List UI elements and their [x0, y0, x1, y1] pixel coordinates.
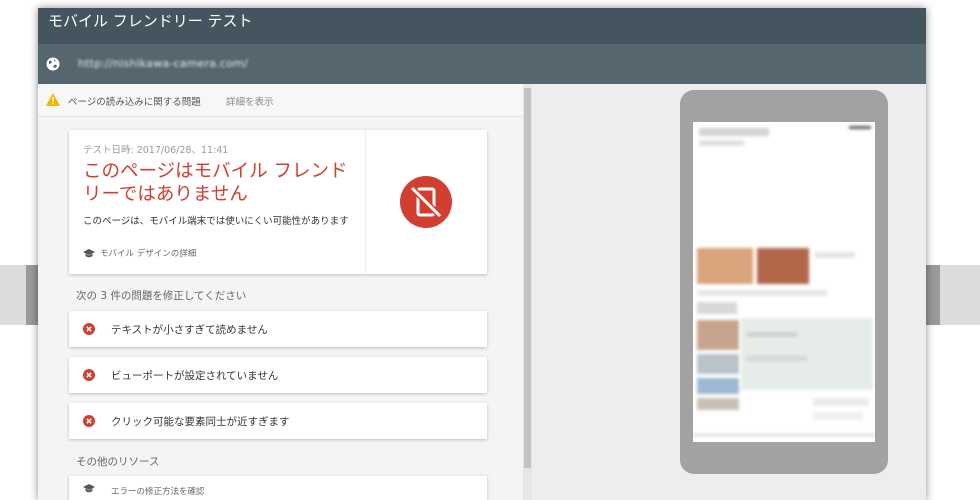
error-icon	[83, 323, 95, 335]
phone-frame	[680, 90, 888, 474]
show-details-link[interactable]: 詳細を表示	[226, 94, 274, 108]
mobile-design-label: モバイル デザインの詳細	[100, 249, 197, 259]
page-screenshot	[693, 122, 875, 442]
scrollbar-thumb[interactable]	[524, 88, 531, 468]
not-mobile-friendly-icon	[400, 176, 452, 228]
results-panel: ページの読み込みに関する問題 詳細を表示 テスト日時: 2017/06/28、1…	[38, 84, 532, 500]
resources-heading: その他のリソース	[76, 456, 160, 468]
result-card: テスト日時: 2017/06/28、11:41 このページはモバイル フレンドリ…	[69, 130, 487, 274]
error-icon	[83, 369, 95, 381]
graduation-cap-icon	[83, 484, 95, 493]
globe-icon	[46, 57, 60, 71]
warning-icon	[46, 93, 60, 106]
problems-heading: 次の 3 件の問題を修正してください	[76, 290, 247, 302]
issue-label: クリック可能な要素同士が近すぎます	[111, 416, 290, 428]
issue-label: ビューポートが設定されていません	[111, 370, 279, 382]
issue-item[interactable]: ビューポートが設定されていません	[69, 357, 487, 393]
issue-item[interactable]: クリック可能な要素同士が近すぎます	[69, 403, 487, 439]
background-block-right	[926, 265, 940, 325]
issues-text: ページの読み込みに関する問題	[68, 97, 201, 108]
url-text: http://nishikawa-camera.com/	[78, 57, 248, 70]
page-loading-issues-bar: ページの読み込みに関する問題 詳細を表示	[38, 84, 523, 117]
resource-item[interactable]: エラーの修正方法を確認	[69, 476, 487, 500]
result-subtitle: このページは、モバイル端末では使いにくい可能性があります	[83, 216, 349, 227]
app-window: モバイル フレンドリー テスト http://nishikawa-camera.…	[38, 8, 926, 500]
graduation-cap-icon	[83, 248, 95, 257]
issue-label: テキストが小さすぎて読めません	[111, 324, 268, 336]
test-date: テスト日時: 2017/06/28、11:41	[83, 145, 229, 156]
preview-panel	[532, 84, 926, 500]
card-divider	[365, 130, 366, 274]
issue-item[interactable]: テキストが小さすぎて読めません	[69, 311, 487, 347]
url-bar[interactable]: http://nishikawa-camera.com/	[38, 44, 926, 84]
error-icon	[83, 415, 95, 427]
results-scrollbar[interactable]	[523, 84, 532, 500]
result-headline: このページはモバイル フレンドリーではありません	[83, 161, 348, 205]
resource-label: エラーの修正方法を確認	[111, 487, 205, 497]
mobile-design-link[interactable]: モバイル デザインの詳細	[83, 247, 196, 259]
window-title: モバイル フレンドリー テスト	[38, 8, 926, 44]
